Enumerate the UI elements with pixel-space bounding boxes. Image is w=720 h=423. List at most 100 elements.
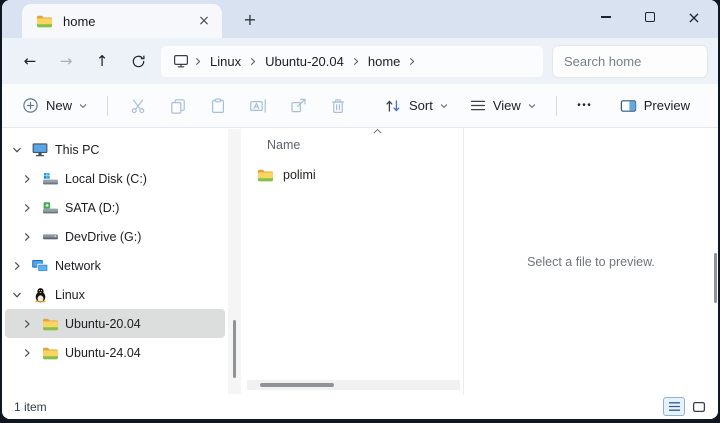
column-header-name[interactable]: Name	[242, 135, 463, 155]
main-content: This PC Local Disk (C:) SATA (D:) DevDrive …	[2, 128, 718, 395]
folder-icon	[39, 317, 61, 331]
chevron-right-icon[interactable]	[15, 174, 39, 184]
breadcrumb[interactable]: Linux Ubuntu-20.04 home	[160, 45, 544, 78]
file-row-polimi[interactable]: polimi	[242, 160, 463, 190]
up-button[interactable]: ↑	[84, 44, 120, 78]
copy-icon	[170, 98, 186, 114]
horizontal-scrollbar[interactable]	[247, 380, 460, 390]
sidebar-scrollbar-thumb[interactable]	[233, 320, 236, 378]
sidebar-item-devdrive-g[interactable]: DevDrive (G:)	[5, 222, 225, 251]
forward-button[interactable]: →	[48, 44, 84, 78]
file-name: polimi	[283, 168, 316, 182]
sidebar-item-label: Ubuntu-20.04	[65, 317, 141, 331]
delete-icon	[330, 98, 346, 114]
devdrive-disk-icon	[39, 229, 61, 244]
this-pc-icon	[29, 142, 51, 157]
sidebar-scrollbar[interactable]	[228, 129, 241, 394]
copy-button[interactable]	[158, 90, 198, 122]
chevron-down-icon[interactable]	[5, 145, 29, 155]
breadcrumb-item-home[interactable]: home	[361, 54, 408, 69]
chevron-right-icon[interactable]	[15, 348, 39, 358]
file-list-rows: polimi	[242, 160, 463, 190]
sidebar-item-label: Ubuntu-24.04	[65, 346, 141, 360]
chevron-down-icon	[440, 102, 448, 110]
status-bar: 1 item	[2, 395, 718, 419]
sidebar-item-label: Network	[55, 259, 101, 273]
icons-view-button[interactable]	[688, 397, 710, 416]
chevron-right-icon[interactable]	[15, 319, 39, 329]
cut-icon	[130, 98, 147, 114]
computer-icon[interactable]	[165, 54, 193, 68]
chevron-right-icon[interactable]	[15, 203, 39, 213]
tab-close-icon[interactable]: ×	[192, 9, 216, 33]
item-count: 1 item	[14, 400, 47, 414]
sidebar-item-linux[interactable]: Linux	[5, 280, 225, 309]
breadcrumb-chevron-icon[interactable]	[407, 57, 417, 66]
sort-button[interactable]: Sort	[374, 90, 458, 122]
preview-scrollbar-thumb[interactable]	[714, 253, 717, 303]
breadcrumb-chevron-icon[interactable]	[248, 57, 258, 66]
tab-home[interactable]: home ×	[22, 4, 222, 38]
details-view-button[interactable]	[663, 397, 685, 416]
sidebar-item-sata-d[interactable]: SATA (D:)	[5, 193, 225, 222]
toolbar-disabled-group	[118, 90, 358, 122]
search-input[interactable]	[552, 45, 708, 78]
delete-button[interactable]	[318, 90, 358, 122]
window-controls: ×	[584, 1, 716, 33]
chevron-down-icon[interactable]	[5, 290, 29, 300]
refresh-button[interactable]	[120, 44, 156, 78]
view-button[interactable]: View	[460, 90, 546, 122]
maximize-button[interactable]	[628, 1, 672, 33]
local-disk-icon	[39, 171, 61, 186]
breadcrumb-item-ubuntu-20-04[interactable]: Ubuntu-20.04	[258, 54, 351, 69]
sort-button-label: Sort	[409, 98, 433, 113]
new-tab-button[interactable]: +	[238, 8, 262, 30]
cut-button[interactable]	[118, 90, 158, 122]
file-list: Name polimi	[242, 128, 464, 395]
tab-label: home	[63, 14, 182, 29]
preview-toggle-button[interactable]: Preview	[610, 90, 700, 122]
breadcrumb-item-linux[interactable]: Linux	[203, 54, 248, 69]
close-button[interactable]: ×	[672, 1, 716, 33]
navigation-bar: ← → ↑ Linux Ubuntu-20.04 home	[2, 38, 718, 84]
sidebar-item-ubuntu-24-04[interactable]: Ubuntu-24.04	[5, 338, 225, 367]
chevron-right-icon[interactable]	[15, 232, 39, 242]
sidebar-item-network[interactable]: Network	[5, 251, 225, 280]
sidebar-item-this-pc[interactable]: This PC	[5, 135, 225, 164]
folder-icon	[39, 346, 61, 360]
preview-pane-icon	[620, 99, 637, 113]
chevron-down-icon	[79, 102, 87, 110]
preview-pane: Select a file to preview.	[464, 128, 718, 395]
sidebar-item-ubuntu-20-04[interactable]: Ubuntu-20.04	[5, 309, 225, 338]
sidebar-item-label: Linux	[55, 288, 85, 302]
paste-button[interactable]	[198, 90, 238, 122]
view-toggles	[663, 397, 710, 416]
sidebar-tree: This PC Local Disk (C:) SATA (D:) DevDrive …	[2, 128, 242, 395]
sidebar-item-label: SATA (D:)	[65, 201, 119, 215]
chevron-down-icon	[528, 102, 536, 110]
horizontal-scrollbar-thumb[interactable]	[260, 383, 334, 387]
details-view-icon	[668, 401, 681, 412]
toolbar-divider	[107, 96, 108, 116]
tab-bar: home × + ×	[2, 0, 718, 38]
view-button-label: View	[493, 98, 521, 113]
toolbar-divider	[556, 96, 557, 116]
chevron-right-icon[interactable]	[5, 261, 29, 271]
sort-ascending-icon	[373, 128, 382, 134]
share-button[interactable]	[278, 90, 318, 122]
icons-view-icon	[692, 401, 706, 413]
minimize-icon	[601, 16, 611, 17]
new-button[interactable]: New	[12, 90, 97, 122]
minimize-button[interactable]	[584, 1, 628, 33]
rename-icon	[249, 98, 267, 114]
folder-icon	[257, 168, 274, 182]
network-icon	[29, 258, 51, 273]
breadcrumb-chevron-icon[interactable]	[351, 57, 361, 66]
back-button[interactable]: ←	[12, 44, 48, 78]
refresh-icon	[130, 53, 147, 70]
sidebar-item-local-disk-c[interactable]: Local Disk (C:)	[5, 164, 225, 193]
sidebar-item-label: This PC	[55, 143, 99, 157]
breadcrumb-chevron-icon[interactable]	[193, 57, 203, 66]
more-options-button[interactable]: •••	[567, 90, 603, 122]
rename-button[interactable]	[238, 90, 278, 122]
